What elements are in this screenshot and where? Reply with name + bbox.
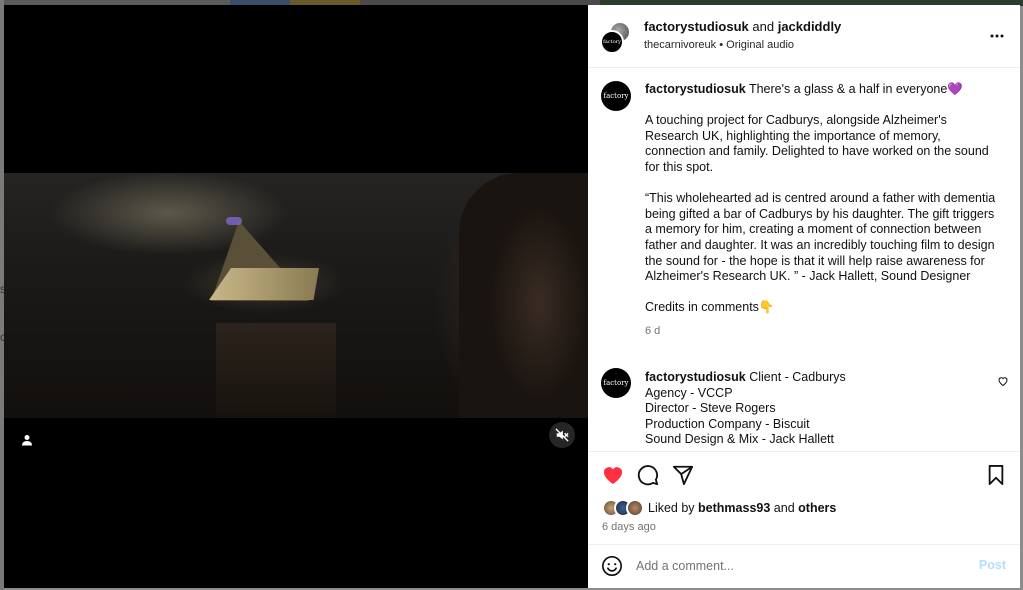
like-button[interactable]: [601, 463, 625, 487]
speaker-muted-icon: [555, 428, 569, 442]
bookmark-icon: [988, 465, 1004, 485]
author-link[interactable]: jackdiddly: [778, 19, 842, 34]
likes-summary: Liked by bethmass93 and others: [602, 499, 836, 517]
post-header: factory factorystudiosuk and jackdiddly …: [588, 5, 1020, 68]
video-frame[interactable]: [4, 173, 588, 418]
paper-plane-icon: [672, 465, 694, 486]
speech-bubble-icon: [637, 465, 659, 486]
caption-paragraph: A touching project for Cadburys, alongsi…: [645, 113, 989, 174]
comment-username[interactable]: factorystudiosuk: [645, 370, 746, 384]
collab-avatars[interactable]: factory: [600, 21, 634, 55]
author-link[interactable]: factorystudiosuk: [644, 19, 749, 34]
separator-dot: •: [719, 39, 724, 51]
audio-info: thecarnivoreuk • Original audio: [644, 39, 794, 51]
liked-others-link[interactable]: others: [798, 501, 836, 515]
comment-button[interactable]: [636, 463, 660, 487]
heart-outline-icon: [998, 377, 1008, 387]
caption-paragraph: Credits in comments👇: [645, 300, 775, 315]
comment-line: Director - Steve Rogers: [645, 401, 776, 416]
avatar[interactable]: factory: [601, 368, 631, 398]
comment-line: Client - Cadburys: [749, 370, 846, 384]
post-caption: factorystudiosuk There's a glass & a hal…: [645, 82, 1003, 339]
avatar[interactable]: [626, 499, 644, 517]
liked-by-prefix: Liked by: [648, 501, 695, 515]
post-side-panel: factory factorystudiosuk and jackdiddly …: [588, 5, 1020, 588]
more-options-button[interactable]: [988, 27, 1006, 45]
post-actions: Liked by bethmass93 and others 6 days ag…: [588, 451, 1020, 544]
post-authors: factorystudiosuk and jackdiddly: [644, 19, 841, 34]
comment-line: Production Company - Biscuit: [645, 416, 810, 431]
comment-line: Sound Design & Mix - Jack Hallett: [645, 432, 834, 447]
post-date[interactable]: 6 days ago: [602, 521, 656, 533]
mute-toggle-button[interactable]: [549, 422, 575, 448]
liker-username[interactable]: bethmass93: [698, 501, 770, 515]
add-comment-bar: Post: [588, 544, 1020, 588]
caption-first-line: There's a glass & a half in everyone💜: [748, 82, 963, 96]
video-lamp-base: [216, 323, 336, 418]
post-modal: factory factorystudiosuk and jackdiddly …: [4, 5, 1020, 588]
comments-area[interactable]: factory factorystudiosuk There's a glass…: [588, 68, 1020, 451]
save-button[interactable]: [984, 463, 1008, 487]
heart-filled-icon: [603, 467, 623, 485]
action-icons: [601, 463, 695, 487]
comment: factorystudiosuk Client - Cadburys Agenc…: [645, 370, 975, 448]
video-person-silhouette: [459, 173, 588, 418]
liked-and: and: [773, 501, 795, 515]
video-light-reflection: [226, 217, 242, 225]
audio-label[interactable]: Original audio: [726, 39, 794, 51]
comment-input[interactable]: [636, 556, 956, 576]
tagged-user-icon[interactable]: [16, 429, 38, 451]
caption-timestamp[interactable]: 6 d: [645, 324, 1003, 340]
audio-user-link[interactable]: thecarnivoreuk: [644, 39, 716, 51]
more-horizontal-icon: [990, 34, 1004, 38]
liker-avatars[interactable]: [602, 499, 646, 517]
comment-line: Agency - VCCP: [645, 385, 733, 400]
post-comment-button[interactable]: Post: [979, 558, 1006, 572]
caption-username[interactable]: factorystudiosuk: [645, 82, 746, 96]
avatar[interactable]: factory: [601, 81, 631, 111]
comment-like-button[interactable]: [997, 374, 1011, 388]
video-player[interactable]: [4, 5, 588, 588]
authors-connector: and: [752, 19, 775, 34]
emoji-button[interactable]: [601, 555, 623, 577]
smiley-icon: [602, 556, 622, 576]
caption-paragraph: “This wholehearted ad is centred around …: [645, 191, 996, 284]
share-button[interactable]: [671, 463, 695, 487]
avatar[interactable]: factory: [600, 30, 624, 54]
